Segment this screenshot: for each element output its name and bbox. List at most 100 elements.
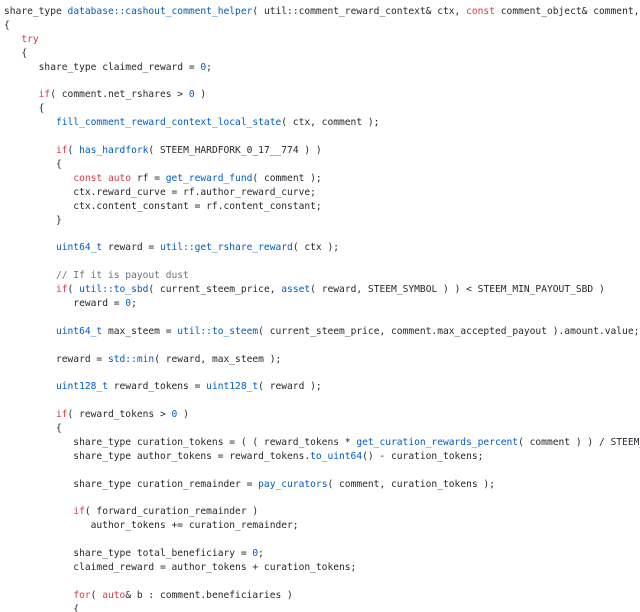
code-token: & b : comment.beneficiaries ) <box>125 589 293 601</box>
code-line: reward = std::min( reward, max_steem ); <box>4 353 281 367</box>
code-line: for( auto& b : comment.beneficiaries ) <box>4 589 293 603</box>
code-line: { <box>4 603 79 612</box>
code-token: const <box>73 172 103 184</box>
code-token: auto <box>107 172 132 184</box>
code-token: share_type claimed_reward = <box>4 61 201 73</box>
code-token: ( current_steem_price, comment.max_accep… <box>258 325 640 337</box>
code-token: const <box>466 6 495 17</box>
code-token: ( <box>67 145 80 156</box>
code-token: uint64_t <box>55 242 103 254</box>
code-line: share_type claimed_reward = 0; <box>4 61 212 75</box>
code-token: ( forward_curation_remainder ) <box>84 506 259 518</box>
code-token: ( comment ) ) / STEEM_100_PERCENT ). <box>518 436 640 448</box>
code-line: } <box>4 214 62 228</box>
code-line: uint64_t max_steem = util::to_steem( cur… <box>4 325 639 339</box>
code-token: ( STEEM_HARDFORK_0_17__774 ) ) <box>148 145 322 156</box>
code-token: max_steem = <box>102 325 178 337</box>
code-token: ; <box>131 297 137 309</box>
code-token: uint128_t <box>55 381 108 393</box>
code-token: if <box>73 506 85 518</box>
code-token: { <box>4 158 62 170</box>
code-token: { <box>4 19 10 31</box>
code-line: claimed_reward = author_tokens + curatio… <box>4 561 356 575</box>
code-line: if( forward_curation_remainder ) <box>4 505 258 519</box>
code-token: get_reward_fund <box>165 172 253 184</box>
code-line: uint64_t reward = util::get_rshare_rewar… <box>4 241 339 255</box>
code-line: if( reward_tokens > 0 ) <box>4 408 189 422</box>
code-line: if( util::to_sbd( current_steem_price, a… <box>4 283 605 297</box>
code-line: try <box>4 33 39 47</box>
code-token: reward = <box>4 297 126 309</box>
code-token: reward = <box>102 242 160 254</box>
code-token: author_tokens += curation_remainder; <box>4 520 299 532</box>
code-line: fill_comment_reward_context_local_state(… <box>4 116 379 130</box>
code-token: database::cashout_comment_helper <box>67 6 253 17</box>
code-token: ( comment.net_rshares > <box>50 89 189 101</box>
code-token: ( reward, STEEM_SYMBOL ) ) < STEEM_MIN_P… <box>310 284 605 295</box>
code-token: comment_object& comment, <box>495 6 640 17</box>
code-token: reward = <box>4 353 108 365</box>
code-token: ( ctx, comment ); <box>281 117 380 129</box>
code-token: { <box>4 103 45 115</box>
code-token: ) <box>194 89 207 101</box>
code-line: const auto rf = get_reward_fund( comment… <box>4 172 321 186</box>
code-line: { <box>4 422 62 436</box>
code-token: if <box>55 284 68 295</box>
code-token: ) <box>177 409 189 421</box>
code-token: if <box>55 145 68 156</box>
code-token: has_hardfork <box>79 145 149 156</box>
code-token: fill_comment_reward_context_local_state <box>55 117 282 129</box>
code-token: util::get_rshare_reward <box>159 242 293 254</box>
code-line: reward = 0; <box>4 297 137 311</box>
code-token: if <box>38 89 51 101</box>
code-token: { <box>4 47 28 59</box>
code-token: ; <box>206 61 212 73</box>
code-token: share_type <box>4 6 68 17</box>
code-line: share_type database::cashout_comment_hel… <box>4 5 640 19</box>
code-token: { <box>4 603 80 612</box>
code-token: ( <box>90 589 103 601</box>
code-token: { <box>4 423 62 434</box>
code-token: util::to_steem <box>177 325 259 337</box>
code-line: // If it is payout dust <box>4 269 189 283</box>
code-token: share_type total_beneficiary = <box>4 548 253 560</box>
code-line: share_type author_tokens = reward_tokens… <box>4 450 483 464</box>
code-line: ctx.content_constant = rf.content_consta… <box>4 200 322 214</box>
code-token: share_type curation_tokens = ( ( reward_… <box>4 436 357 448</box>
code-token: claimed_reward = author_tokens + curatio… <box>4 562 357 573</box>
code-line: share_type total_beneficiary = 0; <box>4 547 264 561</box>
code-token: // If it is payout dust <box>55 270 189 282</box>
code-line: share_type curation_tokens = ( ( reward_… <box>4 436 640 450</box>
code-token: rf = <box>131 172 166 184</box>
code-token: try <box>21 33 39 45</box>
code-token: ctx.reward_curve = rf.author_reward_curv… <box>4 186 316 198</box>
code-token: util::to_sbd <box>79 284 149 295</box>
code-line: if( has_hardfork( STEEM_HARDFORK_0_17__7… <box>4 144 322 158</box>
code-token: ( ctx ); <box>292 242 340 254</box>
code-token: ( reward, max_steem ); <box>154 353 282 365</box>
code-line: share_type curation_remainder = pay_cura… <box>4 478 495 492</box>
code-token: get_curation_rewards_percent <box>356 436 519 448</box>
code-token: share_type author_tokens = reward_tokens… <box>4 450 311 462</box>
code-token: to_uint64 <box>310 450 363 462</box>
code-line: if( comment.net_rshares > 0 ) <box>4 88 207 102</box>
code-token: for <box>73 589 91 601</box>
code-view: share_type database::cashout_comment_hel… <box>0 0 640 612</box>
code-line: { <box>4 158 62 172</box>
code-token: ctx.content_constant = rf.content_consta… <box>4 200 322 212</box>
code-line: { <box>4 19 10 33</box>
code-token: uint128_t <box>206 381 259 393</box>
code-token: ( reward ); <box>258 381 322 393</box>
